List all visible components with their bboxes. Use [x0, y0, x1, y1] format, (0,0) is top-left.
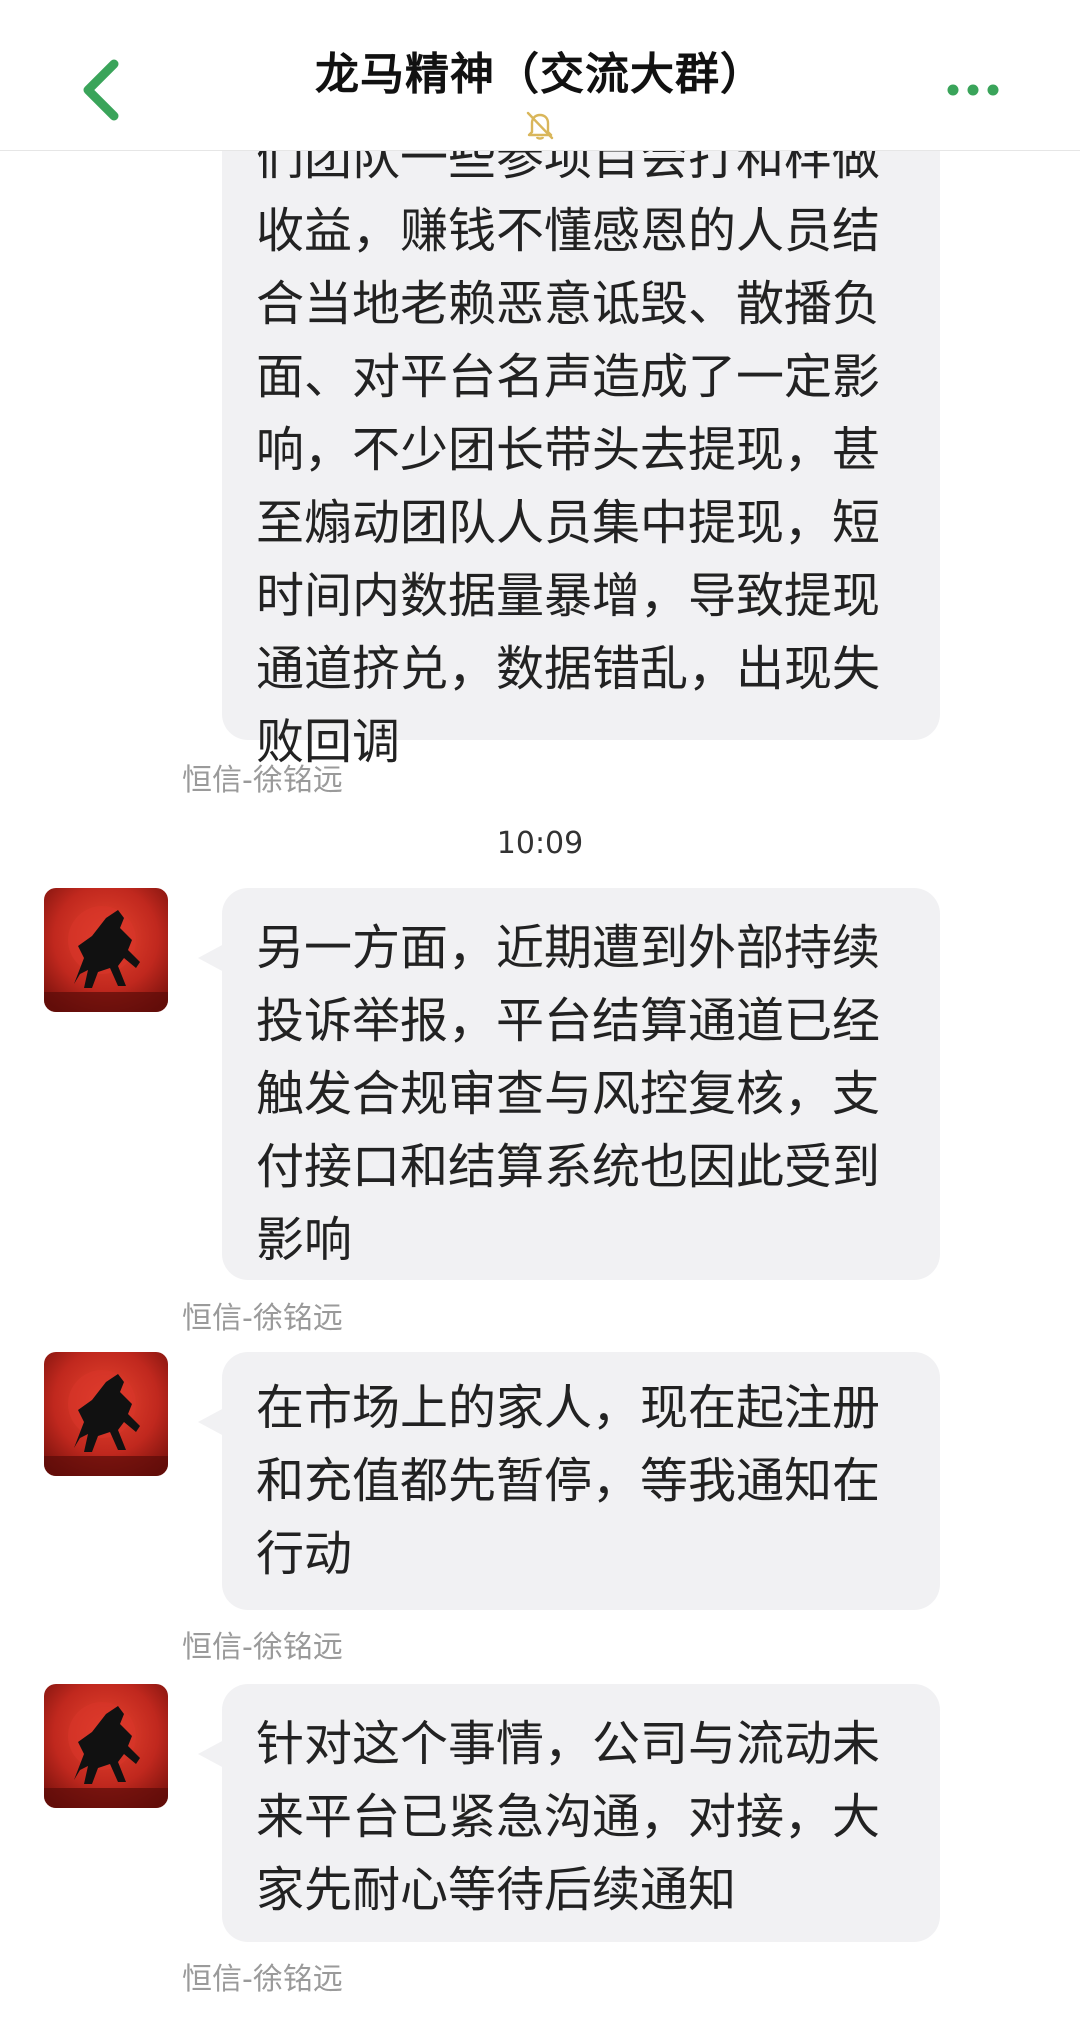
horse-logo-icon: [44, 1352, 168, 1476]
message-line: 来平台已紧急沟通，对接，大: [256, 1789, 881, 1845]
message-line: 触发合规审查与风控复核，支: [256, 1066, 881, 1122]
bubble-tail: [198, 1740, 224, 1768]
sender-name: 恒信-徐铭远: [182, 1301, 343, 1336]
message-bubble[interactable]: 在市场上的家人，现在起注册 和充值都先暂停，等我通知在 行动: [222, 1352, 940, 1610]
message-line: 影响: [256, 1212, 353, 1268]
chat-header: 龙马精神（交流大群）: [0, 0, 1080, 151]
message-line: 和充值都先暂停，等我通知在: [256, 1453, 881, 1509]
message-line: 在市场上的家人，现在起注册: [256, 1380, 881, 1436]
message-line: 响，不少团长带头去提现，甚: [256, 422, 881, 478]
message-line: 付接口和结算系统也因此受到: [256, 1139, 881, 1195]
avatar[interactable]: [44, 888, 168, 1012]
horse-logo-icon: [44, 888, 168, 1012]
message-line: 通道挤兑，数据错乱，出现失: [256, 641, 881, 697]
sender-name: 恒信-徐铭远: [182, 1962, 343, 1997]
chat-title: 龙马精神（交流大群）: [315, 49, 765, 100]
horse-logo-icon: [44, 1684, 168, 1808]
message-bubble[interactable]: 针对这个事情，公司与流动未 来平台已紧急沟通，对接，大 家先耐心等待后续通知: [222, 1684, 940, 1942]
message-line: 收益，赚钱不懂感恩的人员结: [256, 203, 881, 259]
sender-name: 恒信-徐铭远: [182, 763, 343, 798]
message-line: 家先耐心等待后续通知: [256, 1862, 737, 1918]
avatar[interactable]: [44, 1352, 168, 1476]
message-line: 时间内数据量暴增，导致提现: [256, 568, 881, 624]
message-line: 至煽动团队人员集中提现，短: [256, 495, 881, 551]
message-line: 针对这个事情，公司与流动未: [256, 1716, 881, 1772]
message-line: 投诉举报，平台结算通道已经: [256, 993, 881, 1049]
more-dots-icon[interactable]: [945, 80, 1001, 100]
bell-muted-icon: [526, 111, 554, 140]
message-line: 面、对平台名声造成了一定影: [256, 349, 881, 405]
message-line: 另一方面，近期遭到外部持续: [256, 920, 881, 976]
bubble-tail: [198, 1408, 224, 1436]
message-line: 败回调: [256, 714, 401, 770]
bubble-tail: [198, 944, 224, 972]
sender-name: 恒信-徐铭远: [182, 1630, 343, 1665]
message-timestamp: 10:09: [496, 826, 584, 861]
message-line: 合当地老赖恶意诋毁、散播负: [256, 276, 881, 332]
avatar[interactable]: [44, 1684, 168, 1808]
message-bubble[interactable]: 另一方面，近期遭到外部持续 投诉举报，平台结算通道已经 触发合规审查与风控复核，…: [222, 888, 940, 1280]
message-line: 行动: [256, 1526, 353, 1582]
message-bubble[interactable]: 们团队一些参项目会打和样做 收益，赚钱不懂感恩的人员结 合当地老赖恶意诋毁、散播…: [222, 108, 940, 770]
